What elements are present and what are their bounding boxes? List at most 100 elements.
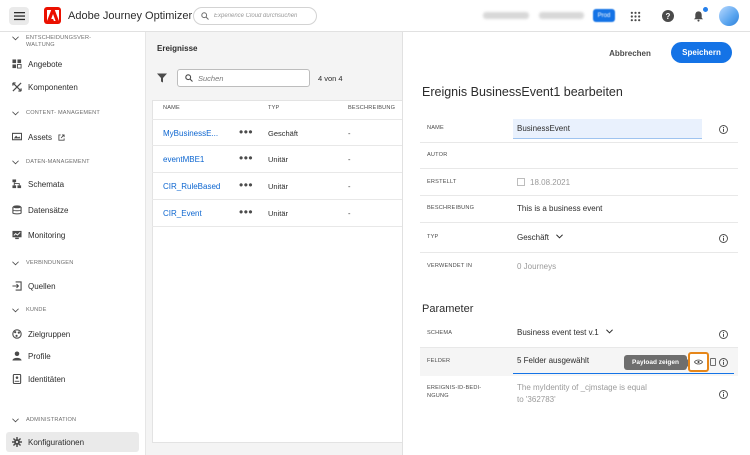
column-header-name[interactable]: NAME xyxy=(163,105,180,111)
payload-tooltip: Payload zeigen xyxy=(624,355,691,370)
fields-input-underline xyxy=(513,373,734,374)
more-actions-icon[interactable]: ••• xyxy=(239,125,253,139)
nav-section-customer[interactable]: KUNDE xyxy=(12,307,47,314)
nav-section-connections[interactable]: VERBINDUNGEN xyxy=(12,260,73,267)
global-search-input[interactable] xyxy=(214,13,314,19)
apps-grid-icon[interactable] xyxy=(628,9,642,23)
sandbox-switcher[interactable] xyxy=(539,12,584,19)
calendar-icon xyxy=(517,178,525,186)
schema-value: Business event test v.1 xyxy=(517,328,599,337)
help-icon[interactable]: ? xyxy=(661,9,675,23)
top-bar: Adobe Journey Optimizer Prod ? xyxy=(0,0,750,32)
fields-value[interactable]: 5 Felder ausgewählt xyxy=(517,356,589,365)
offers-icon xyxy=(11,59,22,70)
table-row[interactable]: CIR_RuleBased ••• Unitär - xyxy=(152,173,402,200)
name-input[interactable] xyxy=(513,119,702,139)
event-name-link[interactable]: eventMBE1 xyxy=(163,155,204,164)
nav-item-identities[interactable]: Identitäten xyxy=(6,369,139,389)
nav-item-sources[interactable]: Quellen xyxy=(6,276,139,296)
more-actions-icon[interactable]: ••• xyxy=(239,178,253,192)
org-switcher[interactable] xyxy=(483,12,529,19)
nav-item-components[interactable]: Komponenten xyxy=(6,77,139,97)
chevron-down-icon xyxy=(12,159,20,166)
events-search-input[interactable] xyxy=(198,73,308,83)
nav-section-content-management[interactable]: CONTENT- MANAGEMENT xyxy=(12,110,100,117)
nav-item-label: Schemata xyxy=(28,179,65,189)
field-row-used-in: VERWENDET IN 0 Journeys xyxy=(420,253,738,281)
description-value[interactable]: This is a business event xyxy=(517,204,602,213)
nav-item-label: Monitoring xyxy=(28,230,66,240)
search-icon xyxy=(185,74,193,82)
nav-section-label: CONTENT- MANAGEMENT xyxy=(26,110,101,116)
event-id-condition-line-2: to '362783' xyxy=(517,395,556,404)
identities-icon xyxy=(11,374,22,385)
gear-icon xyxy=(11,437,22,448)
nav-section-label: ADMINISTRATION xyxy=(26,417,77,423)
chevron-down-icon xyxy=(556,234,564,239)
components-icon xyxy=(11,82,22,93)
type-dropdown[interactable]: Geschäft xyxy=(517,233,564,242)
nav-item-audiences[interactable]: Zielgruppen xyxy=(6,324,139,344)
notification-badge xyxy=(702,6,709,13)
global-search[interactable] xyxy=(193,7,317,25)
info-icon[interactable] xyxy=(719,390,728,399)
event-id-condition-line-1: The myIdentity of _cjmstage is equal xyxy=(517,383,647,392)
event-description: - xyxy=(348,155,351,164)
filter-icon[interactable] xyxy=(157,73,167,83)
sandbox-badge[interactable]: Prod xyxy=(593,9,615,22)
save-button[interactable]: Speichern xyxy=(671,42,732,63)
events-search[interactable] xyxy=(177,69,310,87)
view-payload-button[interactable] xyxy=(688,352,709,372)
nav-item-configurations[interactable]: Konfigurationen xyxy=(6,432,139,452)
nav-item-monitoring[interactable]: Monitoring xyxy=(6,225,139,245)
nav-item-label: Datensätze xyxy=(28,205,69,215)
more-actions-icon[interactable]: ••• xyxy=(239,151,253,165)
cancel-button[interactable]: Abbrechen xyxy=(600,43,660,63)
nav-section-label: KUNDE xyxy=(26,307,47,313)
table-row[interactable]: eventMBE1 ••• Unitär - xyxy=(152,146,402,173)
user-avatar[interactable] xyxy=(719,6,739,26)
menu-icon[interactable] xyxy=(9,7,29,25)
field-label: ERSTELLT xyxy=(427,179,457,185)
nav-item-label: Konfigurationen xyxy=(28,437,85,447)
nav-section-data-management[interactable]: DATEN-MANAGEMENT xyxy=(12,159,90,166)
result-count: 4 von 4 xyxy=(318,74,343,83)
info-icon[interactable] xyxy=(719,125,728,134)
nav-section-administration[interactable]: ADMINISTRATION xyxy=(12,417,76,424)
audiences-icon xyxy=(11,329,22,340)
event-description: - xyxy=(348,209,351,218)
info-icon[interactable] xyxy=(719,330,728,339)
field-row-event-id-condition: EREIGNIS-ID-BEDI- NGUNG The myIdentity of… xyxy=(420,376,738,412)
nav-item-datasets[interactable]: Datensätze xyxy=(6,200,139,220)
chevron-down-icon xyxy=(606,329,613,334)
event-description: - xyxy=(348,182,351,191)
eye-icon xyxy=(694,359,703,365)
nav-item-assets[interactable]: Assets xyxy=(6,127,139,147)
event-name-link[interactable]: MyBusinessE... xyxy=(163,129,218,138)
more-actions-icon[interactable]: ••• xyxy=(239,205,253,219)
svg-text:?: ? xyxy=(666,12,671,21)
nav-section-label: VERBINDUNGEN xyxy=(26,260,74,266)
adobe-logo-icon[interactable] xyxy=(44,7,61,24)
info-icon[interactable] xyxy=(719,234,728,243)
schema-dropdown[interactable]: Business event test v.1 xyxy=(517,328,613,337)
nav-section-label: DATEN-MANAGEMENT xyxy=(26,159,90,165)
table-row[interactable]: MyBusinessE... ••• Geschäft - xyxy=(152,119,402,146)
nav-item-offers[interactable]: Angebote xyxy=(6,54,139,74)
chevron-down-icon xyxy=(12,417,20,424)
event-name-link[interactable]: CIR_Event xyxy=(163,209,202,218)
column-header-type[interactable]: TYP xyxy=(268,105,279,111)
monitoring-icon xyxy=(11,230,22,241)
nav-item-profiles[interactable]: Profile xyxy=(6,346,139,366)
event-id-condition[interactable]: The myIdentity of _cjmstage is equal to '… xyxy=(517,382,647,406)
nav-section-decision-management[interactable]: ENTSCHEIDUNGSVER- WALTUNG xyxy=(12,35,91,49)
nav-item-schemas[interactable]: Schemata xyxy=(6,174,139,194)
table-row[interactable]: CIR_Event ••• Unitär - xyxy=(152,200,402,227)
edit-fields-icon[interactable] xyxy=(710,358,716,366)
column-header-description[interactable]: BESCHREIBUNG xyxy=(348,105,395,111)
event-name-link[interactable]: CIR_RuleBased xyxy=(163,182,220,191)
chevron-down-icon xyxy=(12,110,20,117)
field-label: BESCHREIBUNG xyxy=(427,205,475,211)
info-icon[interactable] xyxy=(719,358,728,367)
app-title[interactable]: Adobe Journey Optimizer xyxy=(68,10,192,22)
